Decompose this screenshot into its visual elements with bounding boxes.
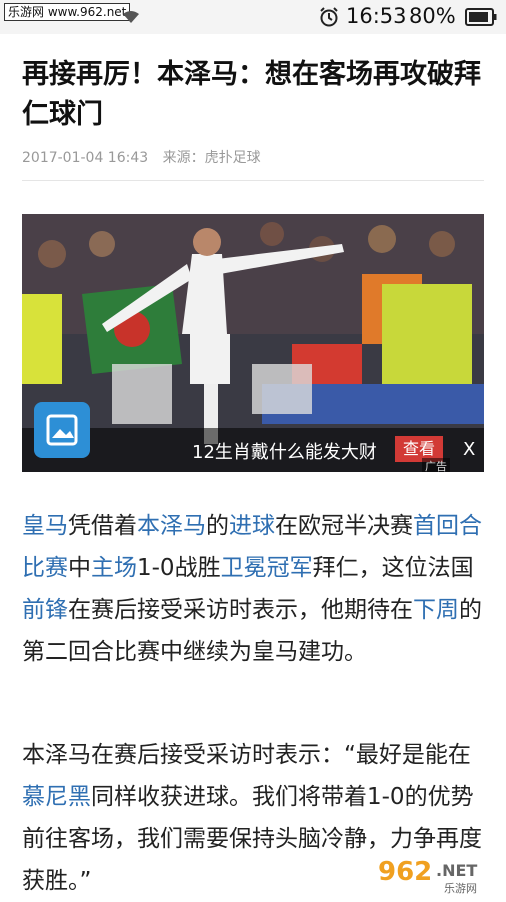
ad-text[interactable]: 12生肖戴什么能发大财 <box>192 438 377 464</box>
text: 凭借着 <box>68 513 137 539</box>
link-real-madrid[interactable]: 皇马 <box>22 513 68 539</box>
article-title: 再接再厉！本泽马：想在客场再攻破拜仁球门 <box>22 59 481 130</box>
article-date: 2017-01-04 16:43 <box>22 150 149 166</box>
ad-label: 广告 <box>422 458 450 472</box>
text: 中 <box>68 555 91 581</box>
watermark-logo: 962 .NET 乐游网 <box>372 854 498 895</box>
text: 本泽马在赛后接受采访时表示：“最好是能在 <box>22 742 471 768</box>
battery-icon <box>465 8 497 26</box>
ad-app-icon[interactable] <box>34 402 90 458</box>
status-bar: 乐游网 www.962.net 16:53 80% <box>0 0 506 34</box>
ad-close-button[interactable]: X <box>463 439 475 460</box>
article-source: 来源：虎扑足球 <box>162 150 261 166</box>
link-benzema[interactable]: 本泽马 <box>137 513 206 539</box>
signal-icon <box>123 11 139 23</box>
article-paragraph-1: 皇马凭借着本泽马的进球在欧冠半决赛首回合比赛中主场1-0战胜卫冕冠军拜仁，这位法… <box>22 505 492 673</box>
link-defending-champion[interactable]: 卫冕冠军 <box>221 555 313 581</box>
text: 在赛后接受采访时表示，他期待在 <box>68 597 413 623</box>
battery-percent: 80% <box>409 4 456 28</box>
text: 1-0战胜 <box>137 555 221 581</box>
link-next-week[interactable]: 下周 <box>413 597 459 623</box>
watermark-digits: 962 <box>378 857 432 887</box>
clock-time: 16:53 <box>346 4 407 28</box>
divider <box>22 180 484 181</box>
article-photo: 12生肖戴什么能发大财 查看 广告 X <box>22 214 484 472</box>
text: 的 <box>206 513 229 539</box>
image-icon <box>46 414 78 446</box>
watermark-suffix: .NET <box>436 861 477 880</box>
text: 拜仁，这位法国 <box>312 555 474 581</box>
link-striker[interactable]: 前锋 <box>22 597 68 623</box>
watermark-sub: 乐游网 <box>444 882 477 895</box>
text: 在欧冠半决赛 <box>275 513 413 539</box>
link-munich[interactable]: 慕尼黑 <box>22 784 91 810</box>
article-meta: 2017-01-04 16:43 来源：虎扑足球 <box>22 147 261 167</box>
alarm-icon <box>320 7 338 27</box>
watermark-top: 乐游网 www.962.net <box>4 3 131 21</box>
link-home[interactable]: 主场 <box>91 555 137 581</box>
link-goal[interactable]: 进球 <box>229 513 275 539</box>
